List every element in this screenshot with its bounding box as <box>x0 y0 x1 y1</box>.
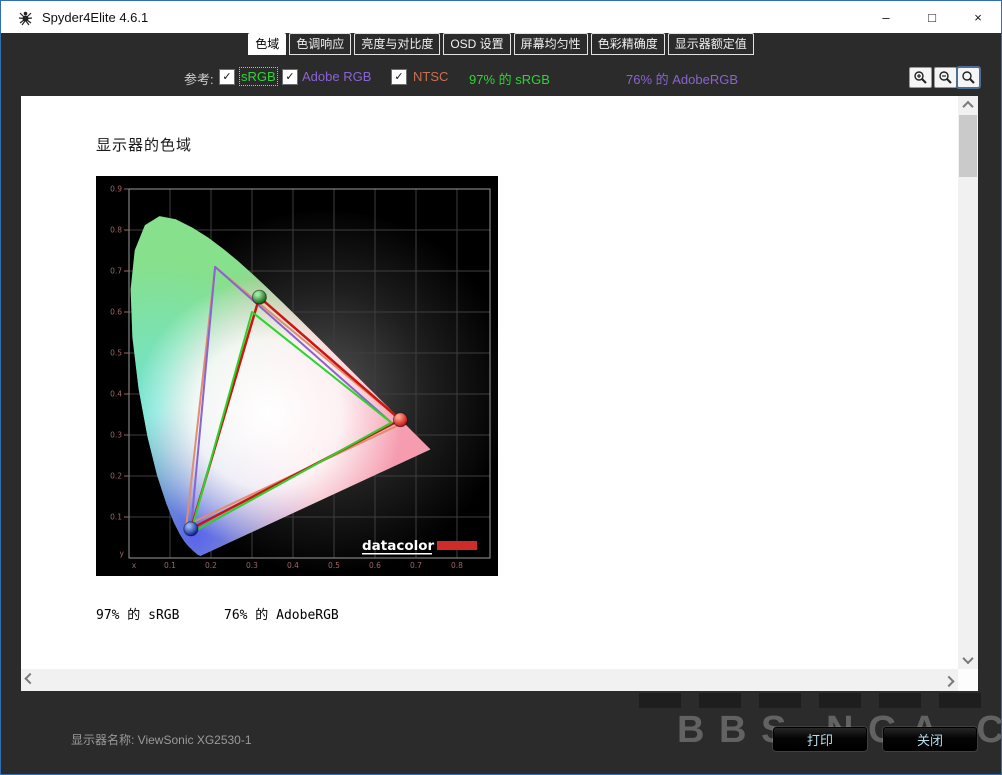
zoom-out-button[interactable] <box>934 67 957 88</box>
scroll-down-button[interactable] <box>958 651 978 669</box>
svg-text:0.7: 0.7 <box>410 561 422 570</box>
magnifier-icon <box>962 71 975 84</box>
app-window: Spyder4Elite 4.6.1 – □ × 色域 色调响应 亮度与对比度 … <box>0 0 1002 775</box>
vertical-scrollbar[interactable] <box>958 96 978 669</box>
svg-text:0.3: 0.3 <box>246 561 258 570</box>
svg-text:x: x <box>132 561 137 570</box>
svg-text:0.2: 0.2 <box>110 472 122 481</box>
scrollbar-corner <box>958 669 978 691</box>
chevron-down-icon <box>962 652 974 665</box>
svg-text:0.4: 0.4 <box>287 561 299 570</box>
scroll-right-button[interactable] <box>940 669 958 691</box>
report-page: 显示器的色域 0.1 0.2 0.3 0.4 0.5 0.6 0.7 0.8 0… <box>21 96 958 669</box>
tab-brightness-contrast[interactable]: 亮度与对比度 <box>354 33 441 55</box>
monitor-name-label: 显示器名称: ViewSonic XG2530-1 <box>71 733 252 747</box>
spyder-logo-icon <box>18 11 33 25</box>
vertical-scrollbar-thumb[interactable] <box>959 115 977 177</box>
tab-gamut[interactable]: 色域 <box>248 33 287 55</box>
srgb-checkbox-label[interactable]: sRGB <box>239 67 278 86</box>
footer-bar: B B S . N G A . C N 显示器名称: ViewSonic XG2… <box>1 691 1001 774</box>
close-button[interactable]: 关闭 <box>883 727 977 751</box>
reference-label: 参考: <box>184 72 214 87</box>
close-window-button[interactable]: × <box>955 1 1001 33</box>
chevron-up-icon <box>962 100 974 113</box>
svg-text:y: y <box>120 549 125 558</box>
zoom-in-button[interactable] <box>909 67 932 88</box>
tab-osd-settings[interactable]: OSD 设置 <box>443 33 511 55</box>
svg-text:0.6: 0.6 <box>110 308 122 317</box>
gamut-chromaticity-chart: 0.1 0.2 0.3 0.4 0.5 0.6 0.7 0.8 0.9 0.1 0.2 0.3 0.4 0… <box>96 176 516 576</box>
scroll-left-button[interactable] <box>21 669 39 691</box>
svg-text:0.3: 0.3 <box>110 431 122 440</box>
adobe-coverage-summary: 76% 的 AdobeRGB <box>626 72 739 87</box>
title-bar: Spyder4Elite 4.6.1 – □ × <box>1 1 1001 33</box>
maximize-button[interactable]: □ <box>909 1 955 33</box>
tab-color-accuracy[interactable]: 色彩精确度 <box>590 33 665 55</box>
svg-text:0.5: 0.5 <box>110 349 122 358</box>
chevron-left-icon <box>24 672 36 685</box>
adobe-result-text: 76% 的 AdobeRGB <box>224 608 339 623</box>
zoom-out-icon <box>939 71 952 84</box>
reference-bar: 参考: ✓ sRGB ✓ Adobe RGB ✓ NTSC 97% 的 sRGB… <box>1 61 1001 95</box>
minimize-button[interactable]: – <box>863 1 909 33</box>
watermark-blocks <box>639 693 991 708</box>
content-panel: 显示器的色域 0.1 0.2 0.3 0.4 0.5 0.6 0.7 0.8 0… <box>21 96 978 691</box>
tab-tone-response[interactable]: 色调响应 <box>289 33 352 55</box>
svg-text:0.6: 0.6 <box>369 561 381 570</box>
chevron-right-icon <box>943 675 955 688</box>
ntsc-checkbox-label[interactable]: NTSC <box>413 69 448 84</box>
tab-screen-uniformity[interactable]: 屏幕均匀性 <box>513 33 588 55</box>
zoom-in-icon <box>914 71 927 84</box>
svg-text:0.1: 0.1 <box>164 561 176 570</box>
tab-bar: 色域 色调响应 亮度与对比度 OSD 设置 屏幕均匀性 色彩精确度 显示器额定值 <box>1 33 1001 55</box>
svg-text:0.7: 0.7 <box>110 267 122 276</box>
svg-text:0.5: 0.5 <box>328 561 340 570</box>
horizontal-scrollbar[interactable] <box>21 669 958 691</box>
page-title: 显示器的色域 <box>96 137 193 154</box>
ntsc-checkbox[interactable]: ✓ <box>391 69 407 85</box>
svg-text:0.8: 0.8 <box>110 226 122 235</box>
window-title: Spyder4Elite 4.6.1 <box>42 9 149 25</box>
scroll-up-button[interactable] <box>958 96 978 114</box>
svg-text:datacolor: datacolor <box>362 538 435 554</box>
print-button[interactable]: 打印 <box>773 727 867 751</box>
svg-text:0.2: 0.2 <box>205 561 217 570</box>
svg-text:0.9: 0.9 <box>110 185 122 194</box>
srgb-checkbox[interactable]: ✓ <box>219 69 235 85</box>
svg-text:0.8: 0.8 <box>451 561 463 570</box>
adobe-rgb-checkbox-label[interactable]: Adobe RGB <box>302 69 371 84</box>
tab-monitor-ratings[interactable]: 显示器额定值 <box>667 33 754 55</box>
zoom-reset-button[interactable] <box>956 66 981 89</box>
srgb-result-text: 97% 的 sRGB <box>96 608 180 623</box>
adobe-rgb-checkbox[interactable]: ✓ <box>282 69 298 85</box>
window-controls: – □ × <box>863 1 1001 33</box>
svg-text:0.4: 0.4 <box>110 390 122 399</box>
svg-text:0.1: 0.1 <box>110 513 122 522</box>
srgb-coverage-summary: 97% 的 sRGB <box>469 72 550 87</box>
